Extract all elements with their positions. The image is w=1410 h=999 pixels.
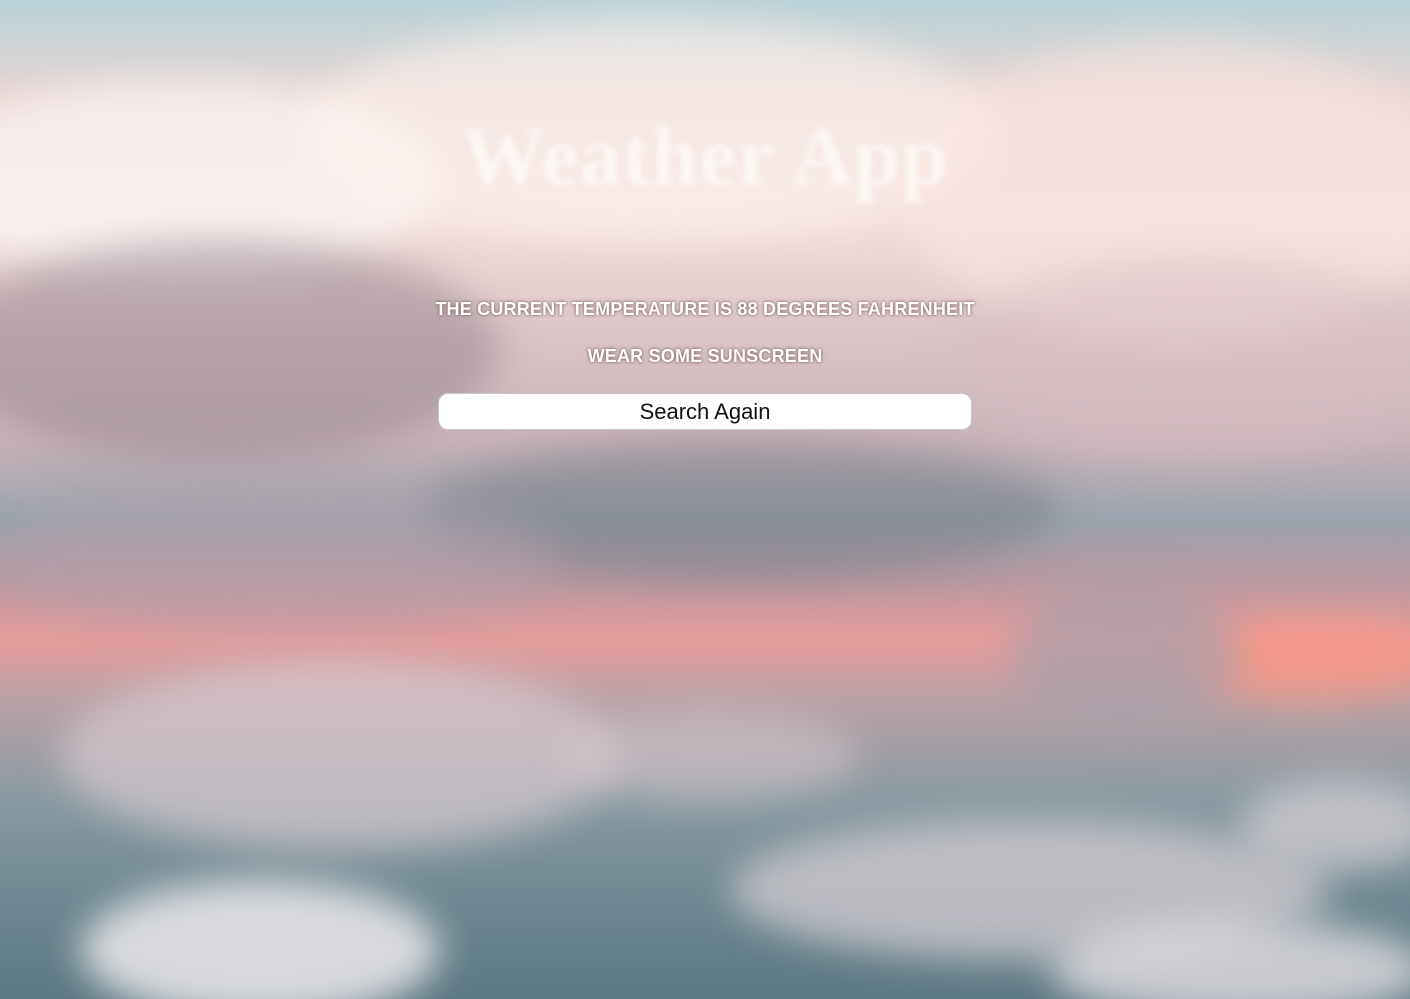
temperature-message: THE CURRENT TEMPERATURE IS 88 DEGREES FA… — [435, 299, 975, 319]
cloud-shape — [1010, 580, 1240, 730]
cloud-shape — [80, 880, 440, 999]
cloud-shape — [0, 480, 560, 640]
advice-message: WEAR SOME SUNSCREEN — [587, 346, 823, 366]
cloud-shape — [60, 660, 620, 850]
app-title: Weather App — [461, 110, 949, 203]
cloud-shape — [560, 710, 860, 800]
search-again-button[interactable]: Search Again — [438, 393, 972, 430]
